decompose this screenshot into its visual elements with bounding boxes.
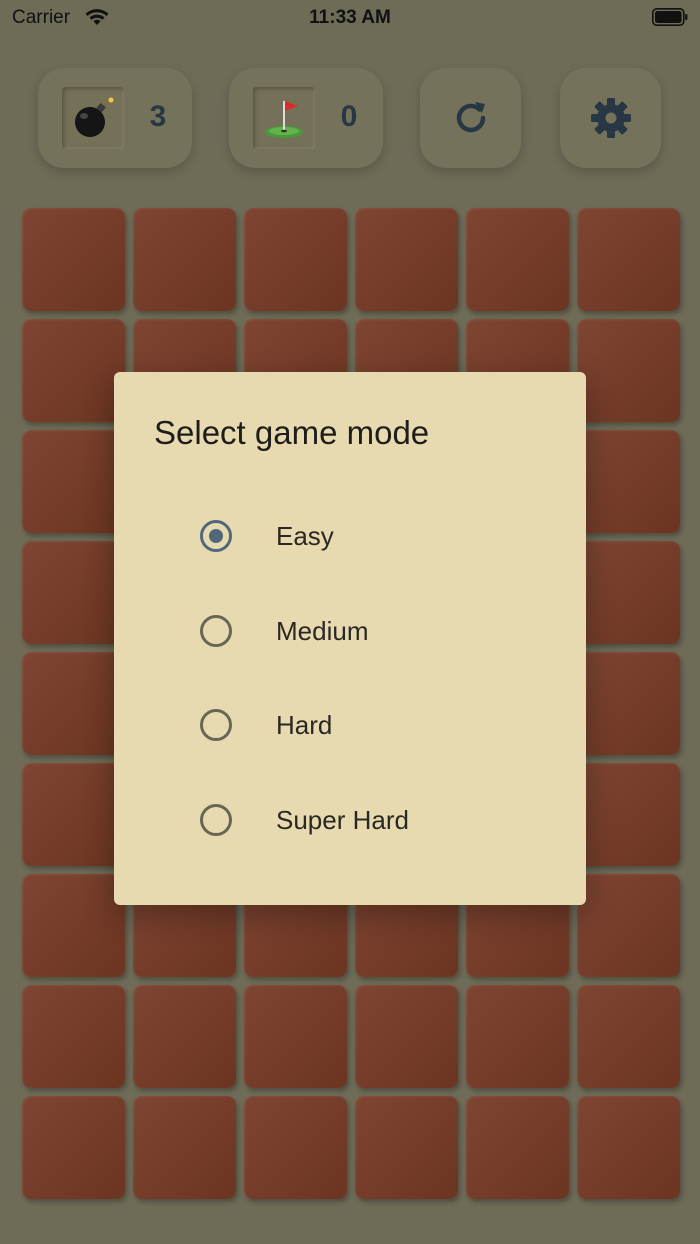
status-bar: Carrier 11:33 AM [0,0,700,38]
board-cell[interactable] [244,985,347,1088]
board-cell[interactable] [577,430,680,533]
mode-option-super-hard[interactable]: Super Hard [200,790,550,850]
mine-tile [62,87,124,149]
board-cell[interactable] [22,319,125,422]
mines-counter-card: 3 [38,68,192,168]
board-cell[interactable] [577,874,680,977]
bomb-icon [75,97,114,137]
radio-button[interactable] [200,804,232,836]
board-cell[interactable] [22,430,125,533]
board-cell[interactable] [22,874,125,977]
board-cell[interactable] [466,985,569,1088]
board-cell[interactable] [355,1096,458,1199]
option-label: Medium [276,616,369,646]
board-cell[interactable] [22,1096,125,1199]
board-cell[interactable] [577,541,680,644]
clock-time: 11:33 AM [309,7,391,28]
battery-icon [652,8,688,26]
board-cell[interactable] [22,763,125,866]
mode-option-easy[interactable]: Easy [200,506,550,566]
board-cell[interactable] [133,1096,236,1199]
option-label: Super Hard [276,805,409,835]
flags-counter-card: 0 [229,68,383,168]
gear-icon [590,98,631,138]
board-cell[interactable] [133,985,236,1088]
mines-count: 3 [149,100,167,133]
board-cell[interactable] [577,1096,680,1199]
board-cell[interactable] [466,208,569,311]
restart-icon [456,102,485,133]
dialog-title: Select game mode [154,414,430,451]
flags-count: 0 [340,100,358,133]
golf-flag-icon [265,101,303,138]
mode-option-medium[interactable]: Medium [200,601,550,661]
flag-tile [253,87,315,149]
option-label: Easy [276,521,334,551]
board-cell[interactable] [22,652,125,755]
board-cell[interactable] [577,985,680,1088]
board-cell[interactable] [577,652,680,755]
restart-button[interactable] [420,68,521,168]
board-cell[interactable] [355,208,458,311]
board-cell[interactable] [577,208,680,311]
board-cell[interactable] [133,208,236,311]
board-cell[interactable] [577,319,680,422]
board-cell[interactable] [244,208,347,311]
settings-button[interactable] [560,68,661,168]
radio-button[interactable] [200,520,232,552]
board-cell[interactable] [466,1096,569,1199]
board-cell[interactable] [577,763,680,866]
radio-button[interactable] [200,709,232,741]
option-label: Hard [276,710,333,740]
board-cell[interactable] [355,985,458,1088]
mode-option-hard[interactable]: Hard [200,695,550,755]
radio-button[interactable] [200,615,232,647]
game-mode-dialog: Select game mode Easy Medium Hard Super … [114,372,586,905]
board-cell[interactable] [22,541,125,644]
board-cell[interactable] [22,208,125,311]
board-cell[interactable] [244,1096,347,1199]
board-cell[interactable] [22,985,125,1088]
